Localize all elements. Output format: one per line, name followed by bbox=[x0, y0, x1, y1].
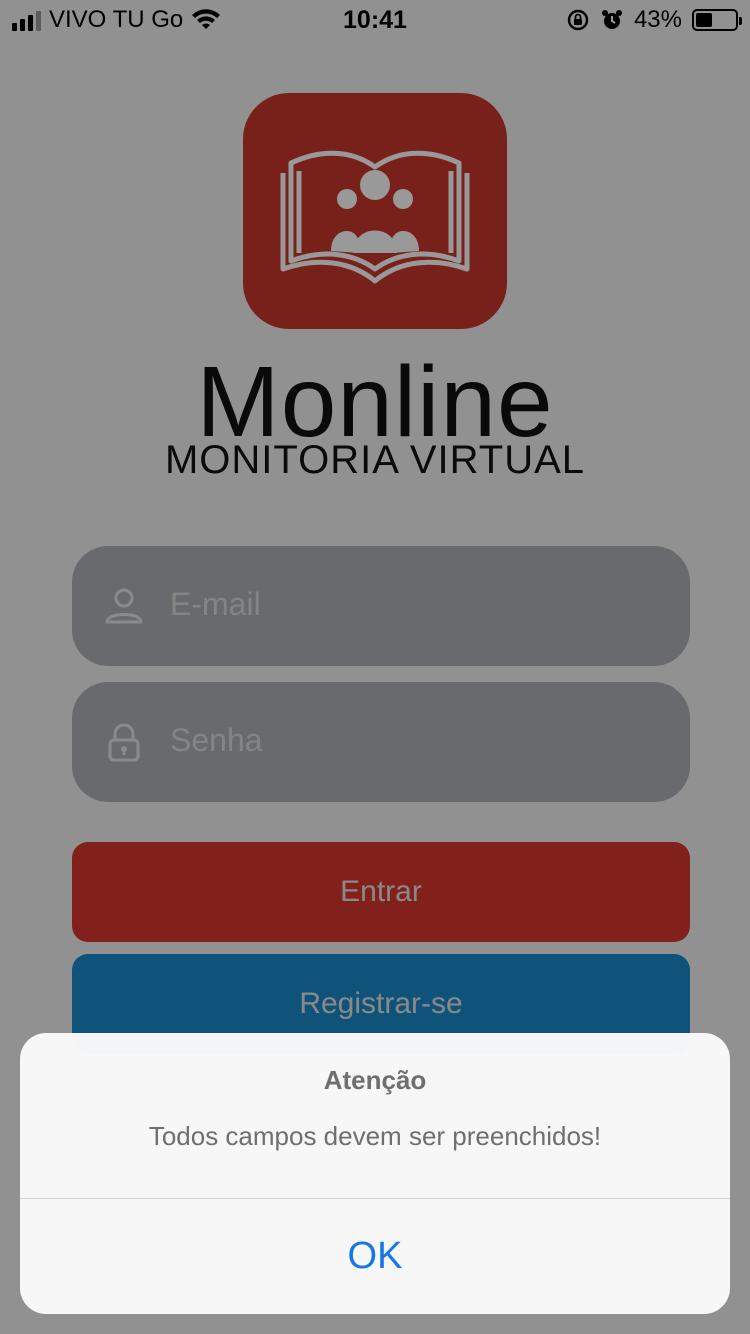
alert-title: Atenção bbox=[323, 1065, 427, 1095]
alert-dialog: Atenção Todos campos devem ser preenchid… bbox=[20, 1033, 730, 1314]
alert-message: Todos campos devem ser preenchidos! bbox=[148, 1121, 602, 1151]
alert-ok-button[interactable]: OK bbox=[20, 1199, 730, 1314]
login-screen: VIVO TU Go 10:41 43% Monline MONITORIA V… bbox=[0, 0, 750, 1334]
